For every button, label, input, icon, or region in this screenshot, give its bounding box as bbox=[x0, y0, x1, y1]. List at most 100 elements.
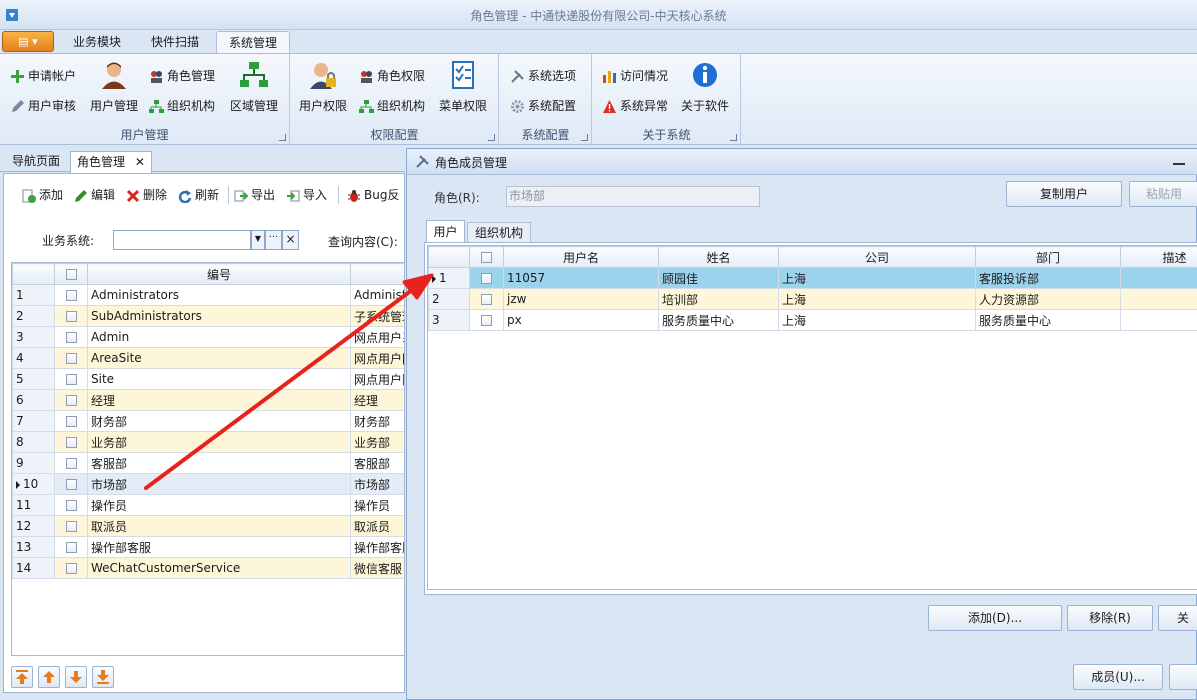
access-stats-button[interactable]: 访问情况 bbox=[602, 66, 668, 86]
clear-button[interactable]: × bbox=[282, 230, 299, 250]
role-name-cell[interactable]: Administra bbox=[350, 284, 404, 306]
move-up-button[interactable] bbox=[38, 666, 60, 688]
table-row[interactable]: 3 px 服务质量中心 上海 服务质量中心 bbox=[428, 309, 1197, 331]
dialog-launcher-icon[interactable] bbox=[279, 134, 286, 141]
role-code-cell[interactable]: SubAdministrators bbox=[87, 305, 351, 327]
system-options-button[interactable]: 系统选项 bbox=[510, 66, 576, 86]
role-name-cell[interactable]: 经理 bbox=[350, 389, 404, 411]
row-checkbox[interactable] bbox=[54, 557, 88, 579]
column-header-realname[interactable]: 姓名 bbox=[658, 246, 779, 268]
table-row[interactable]: 1 11057 顾园佳 上海 客服投诉部 bbox=[428, 267, 1197, 289]
dialog-launcher-icon[interactable] bbox=[581, 134, 588, 141]
tab-business[interactable]: 业务模块 bbox=[64, 31, 130, 54]
role-permission-button[interactable]: 角色权限 bbox=[359, 66, 425, 86]
table-row[interactable]: 10 市场部 市场部 bbox=[12, 473, 404, 495]
move-down-button[interactable] bbox=[65, 666, 87, 688]
remove-member-button[interactable]: 移除(R) bbox=[1067, 605, 1153, 631]
system-filter-input[interactable] bbox=[113, 230, 251, 250]
import-button[interactable]: 导入 bbox=[286, 184, 327, 206]
role-code-cell[interactable]: 取派员 bbox=[87, 515, 351, 537]
row-checkbox[interactable] bbox=[54, 410, 88, 432]
row-checkbox[interactable] bbox=[54, 389, 88, 411]
username-cell[interactable]: jzw bbox=[503, 288, 659, 310]
realname-cell[interactable]: 培训部 bbox=[658, 288, 779, 310]
description-cell[interactable] bbox=[1120, 288, 1197, 310]
table-row[interactable]: 11 操作员 操作员 bbox=[12, 494, 404, 516]
role-name-cell[interactable]: 网点用户隔 bbox=[350, 368, 404, 390]
table-row[interactable]: 3 Admin网点用户系 bbox=[12, 326, 404, 348]
role-name-cell[interactable]: 财务部 bbox=[350, 410, 404, 432]
move-top-button[interactable] bbox=[11, 666, 33, 688]
column-header-code[interactable]: 编号 bbox=[87, 263, 351, 285]
role-code-cell[interactable]: Site bbox=[87, 368, 351, 390]
row-checkbox[interactable] bbox=[54, 431, 88, 453]
row-checkbox[interactable] bbox=[469, 288, 504, 310]
add-member-button[interactable]: 添加(D)... bbox=[928, 605, 1062, 631]
username-cell[interactable]: px bbox=[503, 309, 659, 331]
realname-cell[interactable]: 顾园佳 bbox=[658, 267, 779, 289]
row-checkbox[interactable] bbox=[54, 515, 88, 537]
tab-navigation-page[interactable]: 导航页面 bbox=[6, 151, 66, 173]
role-code-cell[interactable]: 财务部 bbox=[87, 410, 351, 432]
close-dialog-button[interactable]: 关 bbox=[1158, 605, 1197, 631]
row-checkbox[interactable] bbox=[469, 309, 504, 331]
table-row[interactable]: 12 取派员 取派员 bbox=[12, 515, 404, 537]
bug-report-button[interactable]: Bug反 bbox=[347, 184, 399, 206]
table-row[interactable]: 5 Site网点用户隔 bbox=[12, 368, 404, 390]
role-name-cell[interactable]: 网点用户[ bbox=[350, 347, 404, 369]
members-button[interactable]: 成员(U)... bbox=[1073, 664, 1163, 690]
edit-button[interactable]: 编辑 bbox=[74, 184, 115, 206]
table-row[interactable]: 2 SubAdministrators子系统管理 bbox=[12, 305, 404, 327]
role-name-cell[interactable]: 客服部 bbox=[350, 452, 404, 474]
table-row[interactable]: 8 业务部 业务部 bbox=[12, 431, 404, 453]
department-cell[interactable]: 客服投诉部 bbox=[975, 267, 1121, 289]
move-bottom-button[interactable] bbox=[92, 666, 114, 688]
about-software-button[interactable]: 关于软件 bbox=[679, 60, 731, 114]
table-row[interactable]: 7 财务部 财务部 bbox=[12, 410, 404, 432]
role-code-cell[interactable]: 市场部 bbox=[87, 473, 351, 495]
role-name-cell[interactable]: 子系统管理 bbox=[350, 305, 404, 327]
role-code-cell[interactable]: 操作部客服 bbox=[87, 536, 351, 558]
row-checkbox[interactable] bbox=[54, 536, 88, 558]
dialog-launcher-icon[interactable] bbox=[488, 134, 495, 141]
select-all-checkbox[interactable] bbox=[469, 246, 504, 268]
table-row[interactable]: 9 客服部 客服部 bbox=[12, 452, 404, 474]
next-bottom-button[interactable] bbox=[1169, 664, 1197, 690]
table-row[interactable]: 4 AreaSite 网点用户[ bbox=[12, 347, 404, 369]
realname-cell[interactable]: 服务质量中心 bbox=[658, 309, 779, 331]
tab-org-structure[interactable]: 组织机构 bbox=[467, 222, 531, 243]
role-name-cell[interactable]: 取派员 bbox=[350, 515, 404, 537]
column-header-department[interactable]: 部门 bbox=[975, 246, 1121, 268]
username-cell[interactable]: 11057 bbox=[503, 267, 659, 289]
row-checkbox[interactable] bbox=[54, 494, 88, 516]
system-error-button[interactable]: 系统异常 bbox=[602, 96, 668, 116]
org-structure-button[interactable]: 组织机构 bbox=[149, 96, 215, 116]
role-code-cell[interactable]: 经理 bbox=[87, 389, 351, 411]
user-management-button[interactable]: 用户管理 bbox=[88, 60, 140, 114]
role-code-cell[interactable]: Admin bbox=[87, 326, 351, 348]
row-checkbox[interactable] bbox=[469, 267, 504, 289]
minimize-icon[interactable] bbox=[1173, 153, 1185, 165]
department-cell[interactable]: 人力资源部 bbox=[975, 288, 1121, 310]
role-name-cell[interactable]: 微信客服 bbox=[350, 557, 404, 579]
department-cell[interactable]: 服务质量中心 bbox=[975, 309, 1121, 331]
table-row[interactable]: 1 AdministratorsAdministra bbox=[12, 284, 404, 306]
row-checkbox[interactable] bbox=[54, 305, 88, 327]
column-header-description[interactable]: 描述 bbox=[1120, 246, 1197, 268]
description-cell[interactable] bbox=[1120, 309, 1197, 331]
column-header-username[interactable]: 用户名 bbox=[503, 246, 659, 268]
org-permission-button[interactable]: 组织机构 bbox=[359, 96, 425, 116]
tab-system-admin[interactable]: 系统管理 bbox=[216, 31, 290, 54]
row-checkbox[interactable] bbox=[54, 452, 88, 474]
paste-users-button[interactable]: 粘贴用 bbox=[1129, 181, 1197, 207]
row-checkbox[interactable] bbox=[54, 326, 88, 348]
tab-scan[interactable]: 快件扫描 bbox=[142, 31, 208, 54]
select-all-checkbox[interactable] bbox=[54, 263, 88, 285]
role-name-cell[interactable]: 操作员 bbox=[350, 494, 404, 516]
role-code-cell[interactable]: 客服部 bbox=[87, 452, 351, 474]
system-config-button[interactable]: 系统配置 bbox=[510, 96, 576, 116]
column-header-company[interactable]: 公司 bbox=[778, 246, 976, 268]
menu-permission-button[interactable]: 菜单权限 bbox=[437, 60, 489, 114]
delete-button[interactable]: 删除 bbox=[126, 184, 167, 206]
role-name-cell[interactable]: 网点用户系 bbox=[350, 326, 404, 348]
